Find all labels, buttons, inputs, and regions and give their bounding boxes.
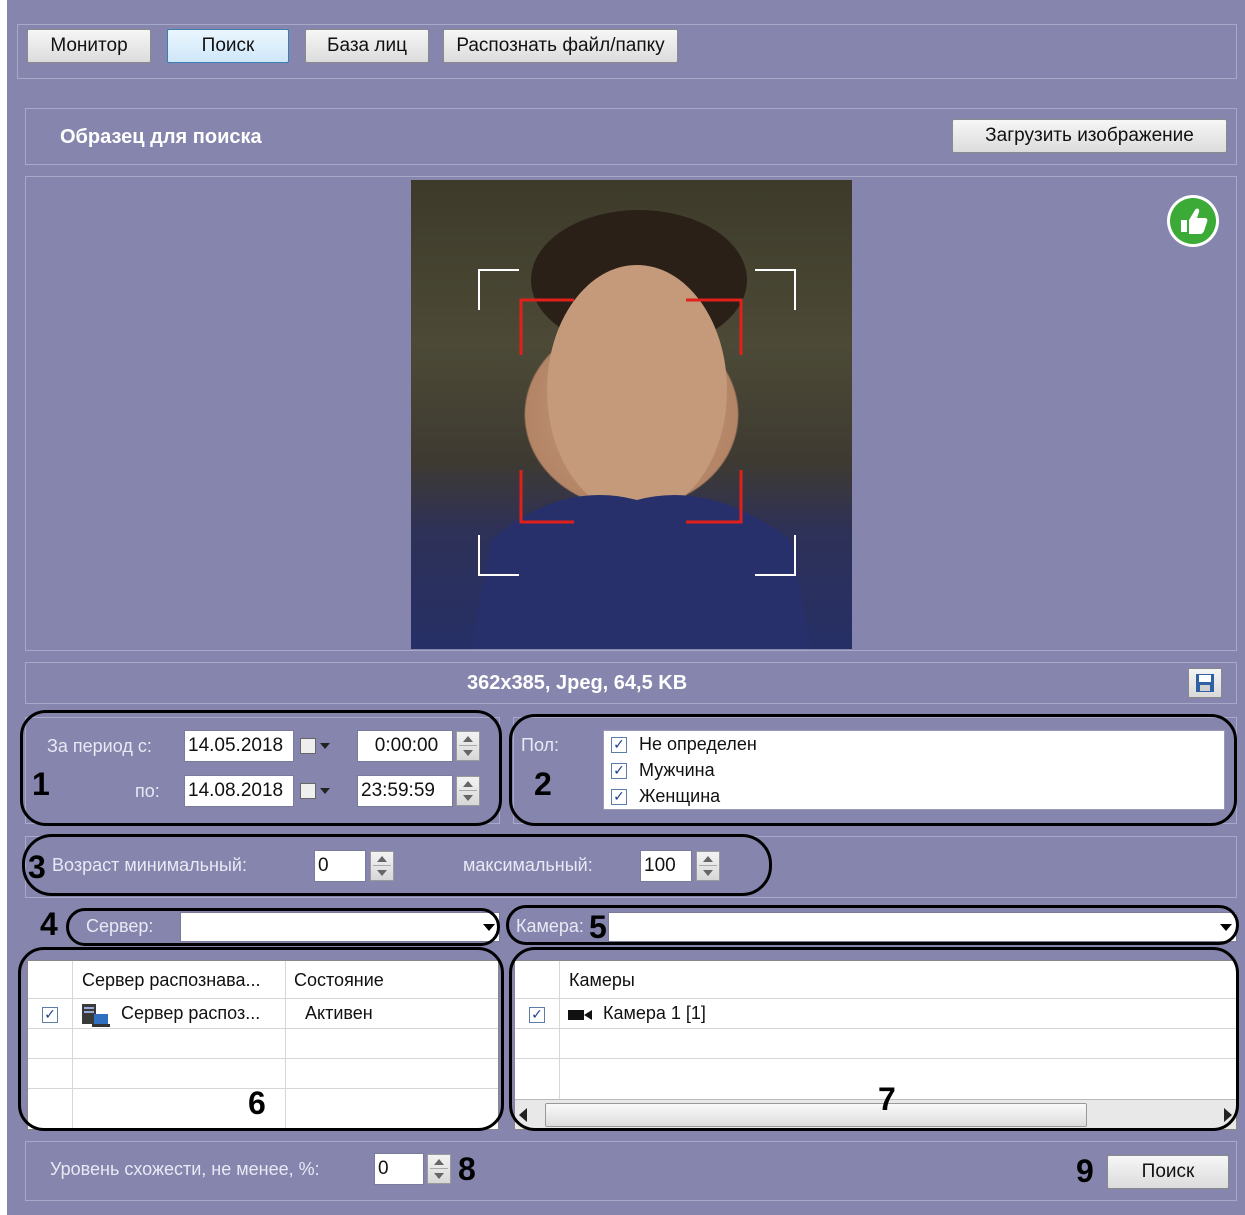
callout-number-7: 7 — [878, 1081, 896, 1117]
callout-outline-3 — [22, 834, 772, 896]
callout-number-2: 2 — [534, 766, 552, 802]
image-info-text: 362x385, Jpeg, 64,5 KB — [467, 672, 688, 694]
similarity-spinner[interactable] — [427, 1154, 451, 1184]
thumbs-up-icon — [1165, 194, 1221, 248]
similarity-input[interactable]: 0 — [374, 1153, 424, 1185]
similarity-label: Уровень схожести, не менее, %: — [50, 1159, 320, 1179]
upload-image-button[interactable]: Загрузить изображение — [952, 119, 1227, 153]
search-button[interactable]: Поиск — [1107, 1155, 1229, 1189]
callout-number-4: 4 — [40, 906, 58, 942]
callout-number-6: 6 — [248, 1085, 266, 1121]
face-shape — [547, 265, 727, 515]
monitor-button[interactable]: Монитор — [27, 29, 151, 63]
recognize-file-button[interactable]: Распознать файл/папку — [443, 29, 678, 63]
callout-outline-1 — [20, 710, 502, 826]
callout-outline-7 — [509, 947, 1239, 1131]
callout-number-1: 1 — [32, 766, 50, 802]
save-icon[interactable] — [1188, 668, 1222, 698]
callout-number-3: 3 — [28, 849, 46, 885]
callout-number-5: 5 — [589, 909, 607, 945]
sample-face-image — [411, 180, 852, 649]
callout-number-8: 8 — [458, 1151, 476, 1187]
search-tab-button[interactable]: Поиск — [167, 29, 289, 63]
face-detection-overlay — [471, 210, 811, 649]
callout-outline-5 — [506, 905, 1239, 945]
callout-outline-2 — [509, 714, 1237, 826]
face-database-button[interactable]: База лиц — [305, 29, 429, 63]
callout-number-9: 9 — [1076, 1153, 1094, 1189]
callout-outline-4 — [66, 908, 500, 946]
sample-title: Образец для поиска — [60, 126, 262, 148]
